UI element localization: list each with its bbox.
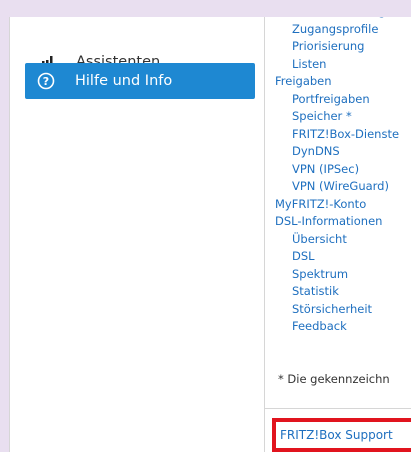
tree-link-zugangsprofile[interactable]: Zugangsprofile	[265, 21, 399, 39]
tree-link-portfreigaben[interactable]: Portfreigaben	[265, 91, 399, 109]
tree-link-dyndns[interactable]: DynDNS	[265, 143, 399, 161]
help-content-panel: Kindersicherung Zugangsprofile Priorisie…	[265, 0, 411, 452]
tree-link-myfritz-konto[interactable]: MyFRITZ!-Konto	[265, 196, 399, 214]
tree-link-stoersicherheit[interactable]: Störsicherheit	[265, 301, 399, 319]
divider	[265, 408, 411, 409]
clip-overlay	[265, 0, 411, 17]
fritzbox-support-link[interactable]: FRITZ!Box Support	[280, 428, 393, 442]
tree-link-uebersicht[interactable]: Übersicht	[265, 231, 399, 249]
tree-link-vpn-ipsec[interactable]: VPN (IPSec)	[265, 161, 399, 179]
tree-link-freigaben[interactable]: Freigaben	[265, 73, 399, 91]
tree-link-spektrum[interactable]: Spektrum	[265, 266, 399, 284]
tree-link-dsl-informationen[interactable]: DSL-Informationen	[265, 213, 399, 231]
tree-link-fritzbox-dienste[interactable]: FRITZ!Box-Dienste	[265, 126, 399, 144]
footnote-text: * Die gekennzeichn	[278, 372, 390, 386]
question-circle-icon: ?	[35, 72, 57, 90]
tree-link-vpn-wireguard[interactable]: VPN (WireGuard)	[265, 178, 399, 196]
tree-link-listen[interactable]: Listen	[265, 56, 399, 74]
tree-link-speicher[interactable]: Speicher *	[265, 108, 399, 126]
help-tree: Kindersicherung Zugangsprofile Priorisie…	[265, 3, 399, 336]
page: Assistenten ? Hilfe und Info Kindersiche…	[0, 0, 411, 452]
sidebar-item-label: Hilfe und Info	[75, 73, 173, 89]
tree-link-priorisierung[interactable]: Priorisierung	[265, 38, 399, 56]
sidebar-item-hilfe-und-info[interactable]: ? Hilfe und Info	[25, 63, 255, 99]
svg-text:?: ?	[43, 75, 49, 88]
sidebar: Assistenten ? Hilfe und Info	[9, 17, 265, 452]
tree-link-statistik[interactable]: Statistik	[265, 283, 399, 301]
tree-link-dsl[interactable]: DSL	[265, 248, 399, 266]
tree-link-feedback[interactable]: Feedback	[265, 318, 399, 336]
support-highlight-box: FRITZ!Box Support	[272, 418, 411, 452]
